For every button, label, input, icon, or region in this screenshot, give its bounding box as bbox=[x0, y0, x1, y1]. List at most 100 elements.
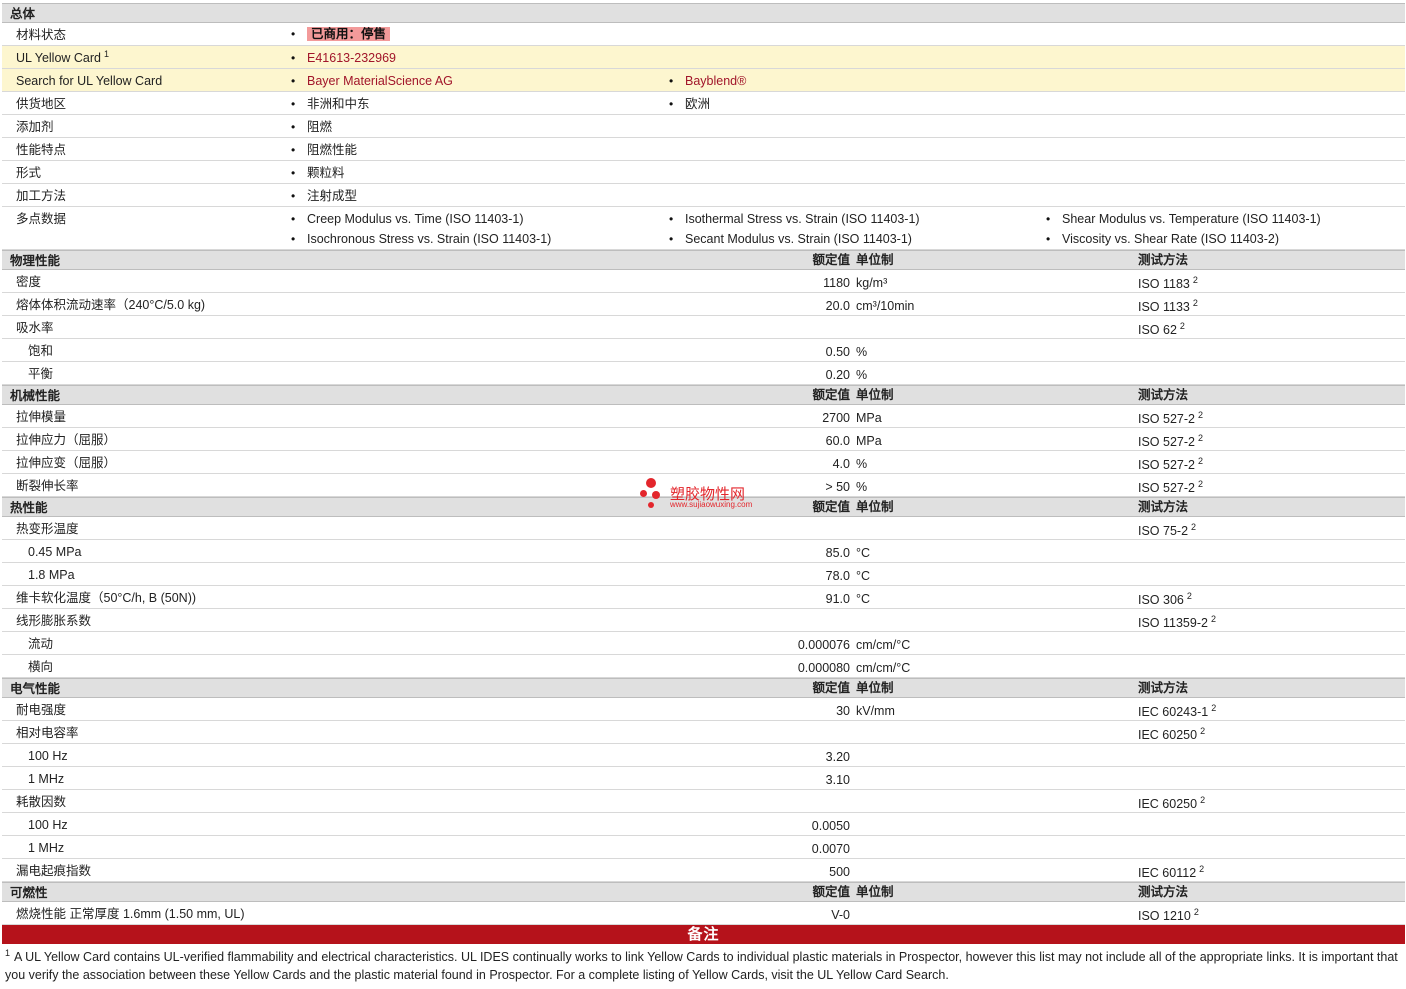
property-label: 0.45 MPa bbox=[28, 545, 82, 559]
section-flammability-header: 可燃性 额定值 单位制 测试方法 bbox=[2, 882, 1405, 902]
property-row: 饱和 0.50% bbox=[2, 339, 1405, 362]
property-unit: °C bbox=[856, 569, 871, 583]
property-unit: cm/cm/°C bbox=[856, 661, 911, 675]
property-row: 100 Hz 3.20 bbox=[2, 744, 1405, 767]
test-method: ISO 11359-2 2 bbox=[1138, 615, 1216, 631]
row-supply-region: 供货地区 非洲和中东 欧洲 bbox=[2, 92, 1405, 115]
footnote-ref: 2 bbox=[1200, 795, 1206, 805]
footnote-ref: 2 bbox=[1211, 703, 1217, 713]
test-method-label: IEC 60112 bbox=[1138, 866, 1197, 880]
property-row: 流动 0.000076 cm/cm/°C bbox=[2, 632, 1405, 655]
property-row: 耗散因数 IEC 60250 2 bbox=[2, 790, 1405, 813]
property-label: 饱和 bbox=[28, 344, 54, 358]
footnote-ref: 2 bbox=[1197, 410, 1203, 420]
header-unit: 单位制 bbox=[856, 885, 894, 899]
test-method-label: ISO 527-2 bbox=[1138, 435, 1195, 449]
footnote-ref: 2 bbox=[1193, 907, 1199, 917]
property-row: 密度 1180 kg/m³ ISO 1183 2 bbox=[2, 270, 1405, 293]
property-unit: °C bbox=[856, 546, 871, 560]
processing-value: 注射成型 bbox=[291, 188, 357, 204]
footnote-ref: 2 bbox=[1186, 591, 1192, 601]
property-row: 燃烧性能 正常厚度 1.6mm (1.50 mm, UL) V-0 ISO 1210… bbox=[2, 902, 1405, 925]
multipoint-link[interactable]: Viscosity vs. Shear Rate (ISO 11403-2) bbox=[1046, 231, 1279, 247]
material-status-value: 已商用：停售 bbox=[291, 26, 391, 42]
header-test-method: 测试方法 bbox=[1138, 500, 1189, 514]
row-label: 多点数据 bbox=[16, 212, 67, 226]
test-method-label: ISO 1183 bbox=[1138, 277, 1190, 291]
test-method: IEC 60250 2 bbox=[1138, 796, 1205, 812]
test-method-label: ISO 1133 bbox=[1138, 300, 1190, 314]
test-method: ISO 75-2 2 bbox=[1138, 523, 1196, 539]
footnote-ref: 2 bbox=[1199, 864, 1205, 874]
footnote-number: 1 bbox=[5, 948, 11, 958]
property-label: 熔体体积流动速率（240°C/5.0 kg) bbox=[16, 298, 206, 312]
property-value: 30 bbox=[836, 704, 850, 718]
footnote-ref: 2 bbox=[1210, 614, 1216, 624]
property-label: 拉伸模量 bbox=[16, 410, 67, 424]
property-label: 拉伸应力（屈服） bbox=[16, 433, 117, 447]
multipoint-link[interactable]: Creep Modulus vs. Time (ISO 11403-1) bbox=[291, 211, 523, 227]
features-value: 阻燃性能 bbox=[291, 142, 357, 158]
test-method-label: ISO 1210 bbox=[1138, 909, 1191, 923]
header-test-method: 测试方法 bbox=[1138, 885, 1189, 899]
section-general-header: 总体 bbox=[2, 3, 1405, 23]
supply-value: 欧洲 bbox=[669, 96, 710, 112]
row-material-status: 材料状态 已商用：停售 bbox=[2, 23, 1405, 46]
property-value: 78.0 bbox=[825, 569, 850, 583]
multipoint-link[interactable]: Isochronous Stress vs. Strain (ISO 11403… bbox=[291, 231, 551, 247]
property-row: 1 MHz 3.10 bbox=[2, 767, 1405, 790]
footnote-ref: 2 bbox=[1200, 726, 1206, 736]
property-row: 吸水率 ISO 62 2 bbox=[2, 316, 1405, 339]
search-link-bayer[interactable]: Bayer MaterialScience AG bbox=[291, 73, 453, 89]
property-label: 漏电起痕指数 bbox=[16, 864, 92, 878]
property-row: 耐电强度 30 kV/mm IEC 60243-1 2 bbox=[2, 698, 1405, 721]
property-value: 91.0 bbox=[825, 592, 850, 606]
test-method: IEC 60250 2 bbox=[1138, 727, 1205, 743]
footnote-ref: 2 bbox=[1197, 456, 1203, 466]
test-method-label: IEC 60250 bbox=[1138, 728, 1198, 742]
property-row: 线形膨胀系数 ISO 11359-2 2 bbox=[2, 609, 1405, 632]
row-label: 性能特点 bbox=[16, 143, 67, 157]
property-row: 拉伸应变（屈服） 4.0% ISO 527-2 2 bbox=[2, 451, 1405, 474]
property-row: 横向 0.000080 cm/cm/°C bbox=[2, 655, 1405, 678]
additive-value: 阻燃 bbox=[291, 119, 332, 135]
footnote-ref: 2 bbox=[1179, 321, 1185, 331]
property-unit: % bbox=[856, 368, 868, 382]
property-label: 耗散因数 bbox=[16, 795, 67, 809]
search-link-bayblend[interactable]: Bayblend® bbox=[669, 73, 746, 89]
section-title: 热性能 bbox=[10, 501, 48, 515]
test-method: ISO 306 2 bbox=[1138, 592, 1192, 608]
property-label: 热变形温度 bbox=[16, 522, 79, 536]
property-value: 0.20 bbox=[825, 368, 850, 382]
property-row: 维卡软化温度（50°C/h, B (50N)) 91.0 °C ISO 306 2 bbox=[2, 586, 1405, 609]
header-value: 额定值 bbox=[812, 500, 850, 514]
property-value: 0.0070 bbox=[811, 842, 850, 856]
multipoint-link[interactable]: Isothermal Stress vs. Strain (ISO 11403-… bbox=[669, 211, 920, 227]
row-label: UL Yellow Card 1 bbox=[16, 50, 109, 66]
row-search-ul-card: Search for UL Yellow Card Bayer Material… bbox=[2, 69, 1405, 92]
property-label: 断裂伸长率 bbox=[16, 479, 79, 493]
section-title: 总体 bbox=[10, 7, 36, 21]
ul-card-link[interactable]: E41613-232969 bbox=[291, 50, 396, 66]
property-value: 1180 bbox=[823, 276, 850, 290]
property-label: 100 Hz bbox=[28, 749, 68, 763]
test-method: ISO 1183 2 bbox=[1138, 276, 1198, 292]
section-electrical-header: 电气性能 额定值 单位制 测试方法 bbox=[2, 678, 1405, 698]
test-method: ISO 527-2 2 bbox=[1138, 434, 1203, 450]
test-method: IEC 60243-1 2 bbox=[1138, 704, 1216, 720]
property-value: 4.0 bbox=[832, 457, 850, 471]
property-row: 熔体体积流动速率（240°C/5.0 kg) 20.0 cm³/10min ISO 1… bbox=[2, 293, 1405, 316]
logo-dot bbox=[652, 491, 660, 499]
test-method-label: ISO 75-2 bbox=[1138, 524, 1189, 538]
property-row: 漏电起痕指数 500 IEC 60112 2 bbox=[2, 859, 1405, 882]
watermark-logo: 塑胶物性网 www.sujiaowuxing.com bbox=[640, 477, 780, 511]
multipoint-link[interactable]: Secant Modulus vs. Strain (ISO 11403-1) bbox=[669, 231, 912, 247]
header-unit: 单位制 bbox=[856, 388, 894, 402]
test-method-label: ISO 527-2 bbox=[1138, 412, 1195, 426]
notes-header: 备注 bbox=[2, 925, 1405, 944]
multipoint-link[interactable]: Shear Modulus vs. Temperature (ISO 11403… bbox=[1046, 211, 1321, 227]
property-row: 100 Hz 0.0050 bbox=[2, 813, 1405, 836]
property-label: 密度 bbox=[16, 275, 42, 289]
property-label: 流动 bbox=[28, 637, 54, 651]
row-label: 供货地区 bbox=[16, 97, 67, 111]
